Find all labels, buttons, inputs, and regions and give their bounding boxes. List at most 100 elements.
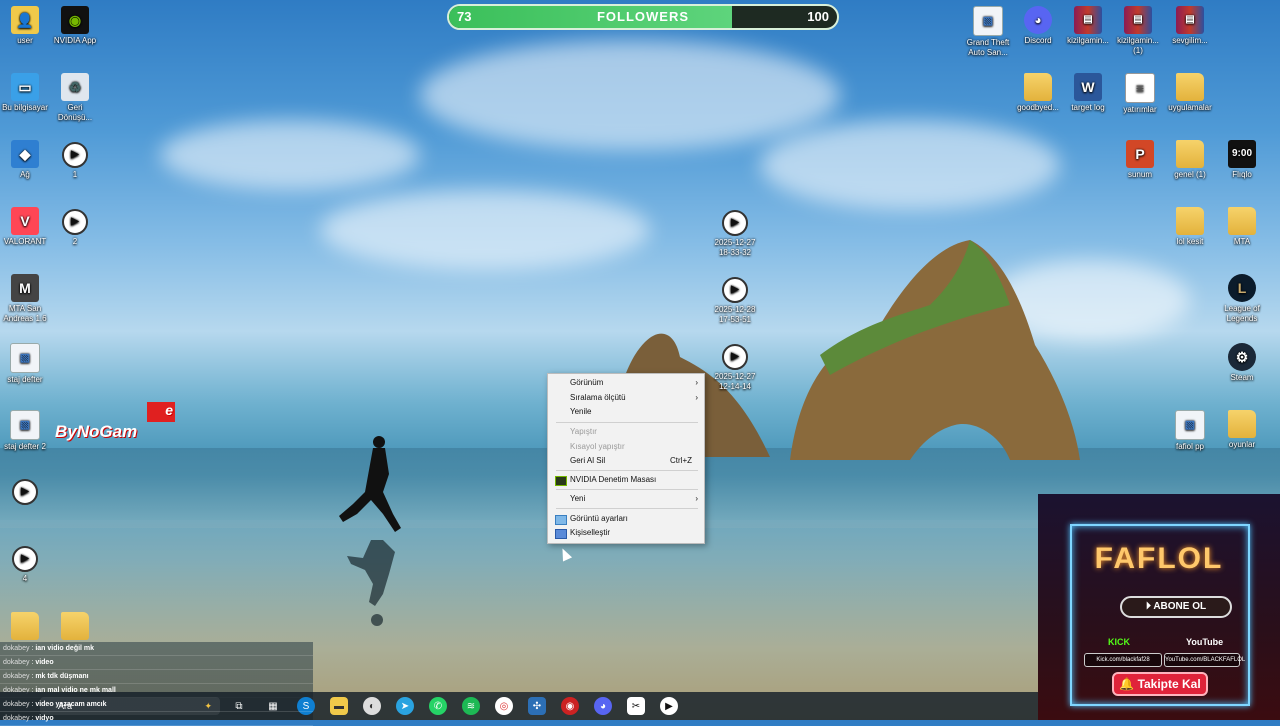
folder-icon: [1024, 73, 1052, 101]
chat-user: dokabey: [3, 673, 30, 680]
desktop-icon-fliqlo[interactable]: 9:00 Flıqlo: [1217, 140, 1267, 180]
menu-item-display-settings[interactable]: Görüntü ayarları: [548, 512, 704, 526]
menu-item-personalize[interactable]: Kişiselleştir: [548, 526, 704, 540]
icon-label: yatırımlar: [1123, 105, 1157, 114]
desktop-icon-user[interactable]: 👤 user: [0, 6, 50, 46]
follow-label: Takipte Kal: [1137, 677, 1201, 691]
desktop-icon-sunum[interactable]: Psunum: [1115, 140, 1165, 180]
folder-icon: [61, 612, 89, 640]
whatsapp-icon[interactable]: ✆: [429, 697, 447, 715]
chat-text: vidyo: [35, 715, 54, 722]
desktop-icon-discord[interactable]: ◕ Discord: [1013, 6, 1063, 46]
menu-separator: [556, 470, 698, 471]
icon-label: MTA San Andreas 1.6: [3, 304, 47, 323]
desktop-icon-staj-defter-2[interactable]: ▧ staj defter 2: [0, 410, 50, 452]
menu-item-paste-shortcut[interactable]: Kısayol yapıştır: [548, 440, 704, 454]
app-icon[interactable]: ◉: [561, 697, 579, 715]
desktop-icon-video-1[interactable]: ▶ 1: [50, 142, 100, 180]
desktop-icon-target-log[interactable]: Wtarget log: [1063, 73, 1113, 113]
spotify-icon[interactable]: ≋: [462, 697, 480, 715]
cloud: [420, 40, 840, 150]
app-icon[interactable]: ◐: [363, 697, 381, 715]
desktop-icon-uygulamalar[interactable]: uygulamalar: [1165, 73, 1215, 113]
icon-label: 1: [72, 170, 78, 179]
menu-item-new[interactable]: Yeni ›: [548, 492, 704, 506]
icon-label: user: [17, 36, 33, 45]
desktop-icon-nvidia-app[interactable]: ◉ NVIDIA App: [50, 6, 100, 46]
chat-user: dokabey: [3, 701, 30, 708]
computer-icon: ▭: [11, 73, 39, 101]
menu-shortcut: Ctrl+Z: [670, 456, 692, 465]
menu-item-view[interactable]: Görünüm ›: [548, 376, 704, 390]
desktop-icon-video-3[interactable]: ▶: [0, 479, 50, 507]
discord-icon[interactable]: ◕: [594, 697, 612, 715]
image-file-icon: ▧: [1175, 410, 1205, 440]
desktop-icon-staj-defter[interactable]: ▧ staj defter: [0, 343, 50, 385]
stream-promo-panel: FAFLOL ⏵ ABONE OL KICK YouTube Kick.com/…: [1038, 494, 1280, 720]
desktop-icon-recording-3[interactable]: ▶ 2025-12-27 12-14-14: [710, 344, 760, 392]
desktop-icon-genel[interactable]: genel (1): [1165, 140, 1215, 180]
menu-item-refresh[interactable]: Yenile: [548, 405, 704, 419]
desktop-icon-rar-3[interactable]: ▤ sevgilim...: [1165, 6, 1215, 46]
desktop-icon-video-4[interactable]: ▶ 4: [0, 546, 50, 584]
discord-icon: ◕: [1024, 6, 1052, 34]
menu-item-sort-by[interactable]: Sıralama ölçütü ›: [548, 391, 704, 405]
video-file-icon: ▶: [722, 344, 748, 370]
desktop-icon-yatirimlar[interactable]: ≡ yatırımlar: [1115, 73, 1165, 115]
chevron-right-icon: ›: [695, 393, 698, 402]
desktop-icon-valorant[interactable]: V VALORANT: [0, 207, 50, 247]
chrome-icon[interactable]: ◎: [495, 697, 513, 715]
icon-label: goodbyed...: [1017, 103, 1059, 112]
chat-text: ian vidio değil mk: [35, 645, 95, 652]
recycle-bin-icon: ♻: [61, 73, 89, 101]
desktop-icon-recording-2[interactable]: ▶ 2025-12-28 17-53-51: [710, 277, 760, 325]
desktop-icon-goodbyed[interactable]: goodbyed...: [1013, 73, 1063, 113]
desktop-icon-lol-kesit[interactable]: lol kesit: [1165, 207, 1215, 247]
capcut-icon[interactable]: ✂: [627, 697, 645, 715]
media-player-icon[interactable]: ▶: [660, 697, 678, 715]
icon-label: MTA: [1233, 237, 1251, 246]
chat-overlay: dokabey : ian vidio değil mk dokabey : v…: [0, 642, 313, 726]
mta-icon: M: [11, 274, 39, 302]
channel-name: FAFLOL: [1094, 542, 1224, 575]
desktop-icon-oyunlar[interactable]: oyunlar: [1217, 410, 1267, 450]
menu-item-nvidia-control-panel[interactable]: NVIDIA Denetim Masası: [548, 473, 704, 487]
bynogame-watermark: ByNoGam e: [55, 402, 175, 442]
desktop-icon-folder[interactable]: [0, 612, 50, 642]
icon-label: lol kesit: [1176, 237, 1204, 246]
menu-item-undo-delete[interactable]: Geri Al Sil Ctrl+Z: [548, 454, 704, 468]
folder-icon: [1176, 207, 1204, 235]
desktop-icon-rar-2[interactable]: ▤ kizilgamin... (1): [1113, 6, 1163, 56]
desktop-icon-league-of-legends[interactable]: L League of Legends: [1217, 274, 1267, 324]
icon-label: target log: [1071, 103, 1105, 112]
menu-label: Görüntü ayarları: [570, 514, 628, 523]
menu-label: Yapıştır: [570, 427, 597, 436]
rar-icon: ▤: [1176, 6, 1204, 34]
icon-label: League of Legends: [1224, 304, 1260, 323]
menu-item-paste[interactable]: Yapıştır: [548, 425, 704, 439]
desktop-icon-this-pc[interactable]: ▭ Bu bilgisayar: [0, 73, 50, 113]
desktop-icon-gta[interactable]: ▧ Grand Theft Auto San...: [963, 6, 1013, 58]
display-icon: [555, 515, 567, 525]
nvidia-icon: ◉: [61, 6, 89, 34]
followers-goal: 100: [807, 9, 829, 24]
desktop-icon-recording-1[interactable]: ▶ 2025-12-27 18-33-32: [710, 210, 760, 258]
folder-icon: [1228, 410, 1256, 438]
app-icon[interactable]: ✣: [528, 697, 546, 715]
desktop-icon-steam[interactable]: ⚙ Steam: [1217, 343, 1267, 383]
desktop-icon-mta[interactable]: M MTA San Andreas 1.6: [0, 274, 50, 324]
menu-separator: [556, 422, 698, 423]
menu-label: Yenile: [570, 407, 592, 416]
desktop-icon-mta-folder[interactable]: MTA: [1217, 207, 1267, 247]
icon-label: Flıqlo: [1232, 170, 1252, 179]
desktop-icon-rar-1[interactable]: ▤ kizilgamin...: [1063, 6, 1113, 46]
icon-label: 2025-12-27 18-33-32: [714, 238, 756, 257]
file-explorer-icon[interactable]: ▬: [330, 697, 348, 715]
desktop-icon-video-2[interactable]: ▶ 2: [50, 209, 100, 247]
desktop-icon-network[interactable]: ◆ Ağ: [0, 140, 50, 180]
desktop-icon-fafiol-pp[interactable]: ▧ fafiol pp: [1165, 410, 1215, 452]
desktop-icon-recycle-bin[interactable]: ♻ Geri Dönüşü...: [50, 73, 100, 123]
telegram-icon[interactable]: ➤: [396, 697, 414, 715]
subscribe-badge: ⏵ ABONE OL: [1120, 596, 1232, 618]
desktop-icon-folder[interactable]: [50, 612, 100, 642]
